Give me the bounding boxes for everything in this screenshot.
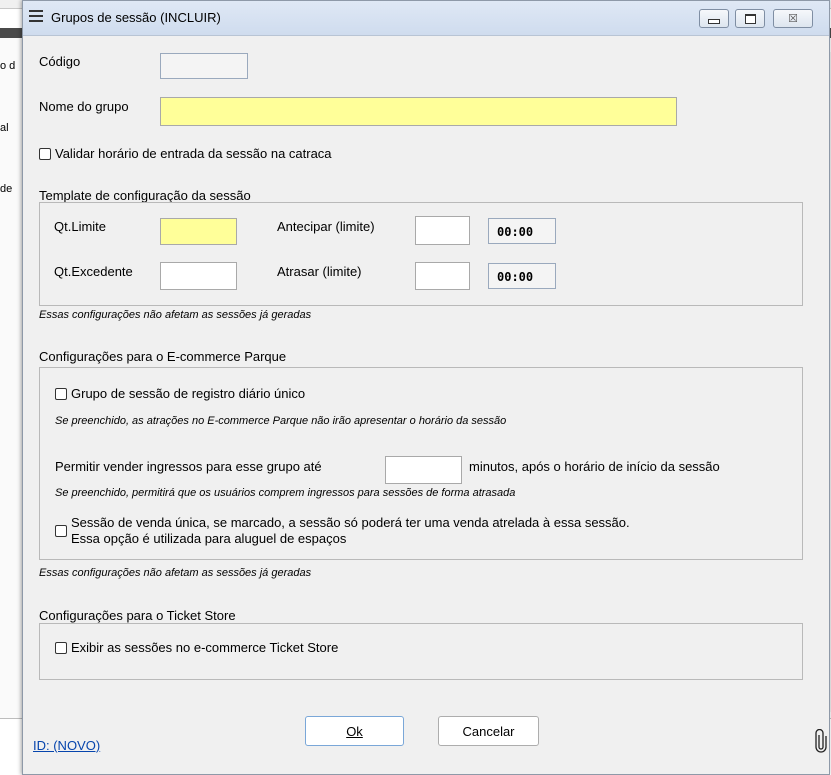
minimize-button[interactable] — [699, 9, 729, 28]
cancel-button[interactable]: Cancelar — [438, 716, 539, 746]
close-icon: ☒ — [788, 13, 798, 25]
maximize-icon — [744, 13, 756, 24]
close-button[interactable]: ☒ — [773, 9, 813, 28]
template-group-title: Template de configuração da sessão — [39, 188, 251, 203]
background-text-fragment: de — [0, 183, 13, 195]
background-text-fragment: o d — [0, 60, 16, 72]
ok-button-label: Ok — [346, 723, 363, 739]
cancel-button-label: Cancelar — [462, 723, 515, 739]
ecommerce-note: Essas configurações não afetam as sessõe… — [39, 567, 312, 579]
permitir-minutos-field[interactable] — [385, 456, 462, 484]
menu-icon[interactable] — [29, 10, 43, 24]
background-text-fragment: al — [0, 122, 9, 134]
dialog-titlebar[interactable]: Grupos de sessão (INCLUIR) ☒ — [23, 1, 829, 36]
permitir-suffix: minutos, após o horário de início da ses… — [469, 459, 720, 474]
checkbox-box[interactable] — [55, 388, 67, 400]
venda-unica-text: Sessão de venda única, se marcado, a ses… — [71, 515, 630, 547]
checkbox-box[interactable] — [39, 148, 51, 160]
grupo-unico-label: Grupo de sessão de registro diário único — [71, 386, 306, 401]
qt-limite-label: Qt.Limite — [54, 219, 107, 234]
exibir-ticketstore-label: Exibir as sessões no e-commerce Ticket S… — [71, 640, 339, 655]
antecipar-time-field[interactable]: 00:00 — [488, 218, 556, 244]
validar-horario-checkbox[interactable]: Validar horário de entrada da sessão na … — [39, 146, 332, 161]
antecipar-field[interactable] — [415, 216, 470, 245]
antecipar-label: Antecipar (limite) — [277, 219, 375, 234]
atrasar-field[interactable] — [415, 262, 470, 290]
qt-limite-field[interactable] — [160, 218, 237, 245]
paperclip-icon[interactable] — [815, 729, 827, 753]
atrasar-time-field[interactable]: 00:00 — [488, 263, 556, 289]
permitir-note: Se preenchido, permitirá que os usuários… — [55, 487, 516, 499]
grupo-unico-note: Se preenchido, as atrações no E-commerce… — [55, 415, 507, 427]
exibir-ticketstore-checkbox[interactable]: Exibir as sessões no e-commerce Ticket S… — [55, 640, 338, 655]
ticketstore-group-title: Configurações para o Ticket Store — [39, 608, 236, 623]
minimize-icon — [708, 19, 720, 24]
id-link[interactable]: ID: (NOVO) — [33, 738, 100, 753]
venda-unica-label-line1: Sessão de venda única, se marcado, a ses… — [71, 515, 630, 530]
dialog-title: Grupos de sessão (INCLUIR) — [51, 10, 221, 25]
codigo-label: Código — [39, 54, 81, 69]
grupo-unico-checkbox[interactable]: Grupo de sessão de registro diário único — [55, 386, 305, 401]
qt-excedente-field[interactable] — [160, 262, 237, 290]
atrasar-label: Atrasar (limite) — [277, 264, 362, 279]
permitir-label: Permitir vender ingressos para esse grup… — [55, 459, 322, 474]
qt-excedente-label: Qt.Excedente — [54, 264, 133, 279]
template-note: Essas configurações não afetam as sessõe… — [39, 309, 312, 321]
ecommerce-group-title: Configurações para o E-commerce Parque — [39, 349, 287, 364]
nome-grupo-label: Nome do grupo — [39, 99, 129, 114]
checkbox-box[interactable] — [55, 642, 67, 654]
checkbox-box[interactable] — [55, 525, 67, 537]
ok-button[interactable]: Ok — [305, 716, 404, 746]
venda-unica-label-line2: Essa opção é utilizada para aluguel de e… — [71, 531, 347, 546]
grupos-sessao-dialog: Grupos de sessão (INCLUIR) ☒ Código Nome… — [22, 0, 830, 775]
codigo-field[interactable] — [160, 53, 248, 79]
nome-grupo-field[interactable] — [160, 97, 677, 126]
venda-unica-checkbox[interactable]: Sessão de venda única, se marcado, a ses… — [55, 515, 630, 547]
validar-horario-label: Validar horário de entrada da sessão na … — [55, 146, 332, 161]
maximize-button[interactable] — [735, 9, 765, 28]
